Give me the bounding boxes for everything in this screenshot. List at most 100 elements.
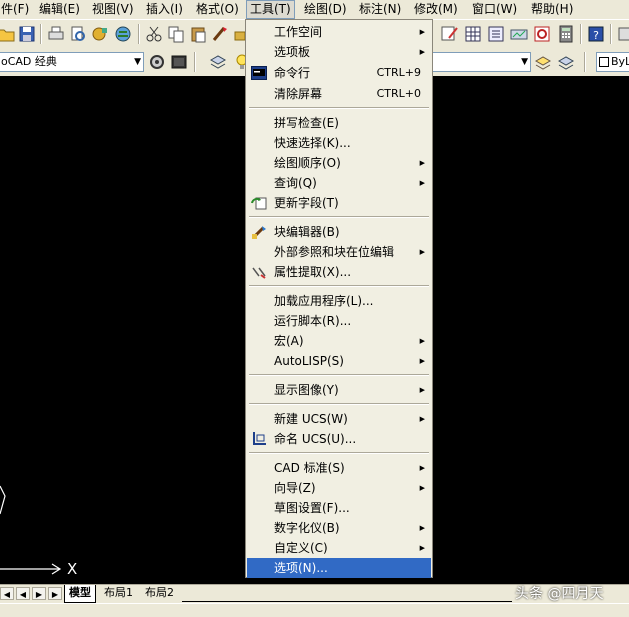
submenu-arrow-icon: ▶: [419, 484, 425, 492]
menu-item-palettes[interactable]: 选项板 ▶: [247, 42, 431, 62]
menu-item-inquiry[interactable]: 查询(Q) ▶: [247, 173, 431, 193]
print-icon[interactable]: [46, 24, 66, 44]
paste-icon[interactable]: [188, 24, 208, 44]
menu-item-tablet[interactable]: 数字化仪(B) ▶: [247, 518, 431, 538]
toolbar-separator: [138, 24, 140, 44]
clean-screen-icon[interactable]: [169, 52, 189, 72]
menu-item-drafting-settings[interactable]: 草图设置(F)...: [247, 498, 431, 518]
color-control-dropdown[interactable]: ByL: [596, 52, 629, 72]
submenu-arrow-icon: ▶: [419, 386, 425, 394]
first-tab-icon[interactable]: ◀: [0, 587, 14, 600]
menu-item-new-ucs[interactable]: 新建 UCS(W) ▶: [247, 409, 431, 429]
menu-item-workspace[interactable]: 工作空间 ▶: [247, 22, 431, 42]
prev-tab-icon[interactable]: ◀: [16, 587, 30, 600]
submenu-arrow-icon: ▶: [419, 159, 425, 167]
print-preview-icon[interactable]: [68, 24, 88, 44]
workspace-settings-icon[interactable]: [147, 52, 167, 72]
submenu-arrow-icon: ▶: [419, 524, 425, 532]
markup-set-icon[interactable]: [509, 24, 529, 44]
layer-dropdown[interactable]: ▼: [433, 52, 531, 72]
menu-item-autolisp[interactable]: AutoLISP(S) ▶: [247, 351, 431, 371]
menu-separator: [249, 374, 429, 376]
sheet-set-icon[interactable]: [486, 24, 506, 44]
color-swatch: [599, 57, 609, 67]
menu-item-display-image[interactable]: 显示图像(Y) ▶: [247, 380, 431, 400]
tab-layout2[interactable]: 布局2: [141, 585, 178, 602]
last-tab-icon[interactable]: ▶: [48, 587, 62, 600]
cut-icon[interactable]: [144, 24, 164, 44]
attribute-extract-icon: [252, 267, 266, 279]
menu-item-load-application[interactable]: 加载应用程序(L)...: [247, 291, 431, 311]
block-authoring-icon[interactable]: [532, 24, 552, 44]
match-properties-icon[interactable]: [210, 24, 230, 44]
menu-format[interactable]: 格式(O): [193, 0, 242, 19]
next-tab-icon[interactable]: ▶: [32, 587, 46, 600]
menu-item-named-ucs[interactable]: 命名 UCS(U)...: [247, 429, 431, 449]
menu-view[interactable]: 视图(V): [89, 0, 137, 19]
menu-modify[interactable]: 修改(M): [411, 0, 461, 19]
toolbar-extra-icon[interactable]: [616, 24, 629, 44]
tab-layout1[interactable]: 布局1: [100, 585, 137, 602]
menu-separator: [249, 403, 429, 405]
make-current-layer-icon[interactable]: [533, 52, 553, 72]
chevron-down-icon: ▼: [134, 57, 141, 67]
layer-manager-icon[interactable]: [208, 52, 228, 72]
menu-item-customize[interactable]: 自定义(C) ▶: [247, 538, 431, 558]
open-folder-icon[interactable]: [0, 24, 16, 44]
menu-item-clean-screen[interactable]: 清除屏幕 CTRL+0: [247, 84, 431, 104]
workspace-value: oCAD 经典: [1, 55, 57, 68]
menu-edit[interactable]: 编辑(E): [36, 0, 83, 19]
markup-icon[interactable]: [440, 24, 460, 44]
toolbar-separator: [580, 24, 582, 44]
menu-item-options[interactable]: 选项(N)...: [247, 558, 431, 578]
menu-item-run-script[interactable]: 运行脚本(R)...: [247, 311, 431, 331]
menu-help[interactable]: 帮助(H): [528, 0, 576, 19]
help-icon[interactable]: ?: [586, 24, 606, 44]
menu-tools[interactable]: 工具(T): [246, 0, 295, 19]
submenu-arrow-icon: ▶: [419, 248, 425, 256]
menu-item-cad-standards[interactable]: CAD 标准(S) ▶: [247, 458, 431, 478]
menu-insert[interactable]: 插入(I): [143, 0, 186, 19]
menu-item-update-fields[interactable]: 更新字段(T): [247, 193, 431, 213]
web-icon[interactable]: [113, 24, 133, 44]
menu-item-quick-select[interactable]: 快速选择(K)...: [247, 133, 431, 153]
submenu-arrow-icon: ▶: [419, 544, 425, 552]
save-icon[interactable]: [17, 24, 37, 44]
calculator-icon[interactable]: [556, 24, 576, 44]
menu-item-command-line[interactable]: 命令行 CTRL+9: [247, 63, 431, 83]
toolbar-separator: [40, 24, 42, 44]
update-field-icon: [251, 197, 267, 210]
command-line-icon: [251, 66, 267, 80]
menu-bar: 件(F) 编辑(E) 视图(V) 插入(I) 格式(O) 工具(T) 绘图(D)…: [0, 0, 629, 19]
menu-separator: [249, 107, 429, 109]
copy-icon[interactable]: [166, 24, 186, 44]
menu-separator: [249, 452, 429, 454]
menu-item-wizards[interactable]: 向导(Z) ▶: [247, 478, 431, 498]
menu-window[interactable]: 窗口(W): [469, 0, 520, 19]
named-ucs-icon: [253, 432, 266, 445]
tab-model[interactable]: 模型: [64, 585, 96, 603]
workspace-dropdown[interactable]: oCAD 经典 ▼: [0, 52, 144, 72]
layer-previous-icon[interactable]: [556, 52, 576, 72]
menu-item-block-editor[interactable]: 块编辑器(B): [247, 222, 431, 242]
menu-item-macro[interactable]: 宏(A) ▶: [247, 331, 431, 351]
ucs-x-label: X: [67, 560, 78, 578]
submenu-arrow-icon: ▶: [419, 464, 425, 472]
menu-item-attribute-extract[interactable]: 属性提取(X)...: [247, 262, 431, 282]
submenu-arrow-icon: ▶: [419, 28, 425, 36]
menu-item-spell-check[interactable]: 拼写检查(E): [247, 113, 431, 133]
svg-text:?: ?: [593, 29, 599, 42]
menu-dimension[interactable]: 标注(N): [356, 0, 404, 19]
watermark-text: 头条 @四月天: [515, 586, 604, 602]
tab-baseline: [182, 601, 512, 602]
submenu-arrow-icon: ▶: [419, 357, 425, 365]
publish-icon[interactable]: [90, 24, 110, 44]
menu-item-draw-order[interactable]: 绘图顺序(O) ▶: [247, 153, 431, 173]
menu-item-xref-edit[interactable]: 外部参照和块在位编辑 ▶: [247, 242, 431, 262]
calculator-grid-icon[interactable]: [463, 24, 483, 44]
menu-file[interactable]: 件(F): [0, 0, 32, 19]
tools-menu: 工作空间 ▶ 选项板 ▶ 命令行 CTRL+9 清除屏幕 CTRL+0 拼写检查(E) …: [245, 19, 433, 578]
menu-draw[interactable]: 绘图(D): [301, 0, 350, 19]
toolbar-separator: [584, 52, 586, 72]
submenu-arrow-icon: ▶: [419, 415, 425, 423]
